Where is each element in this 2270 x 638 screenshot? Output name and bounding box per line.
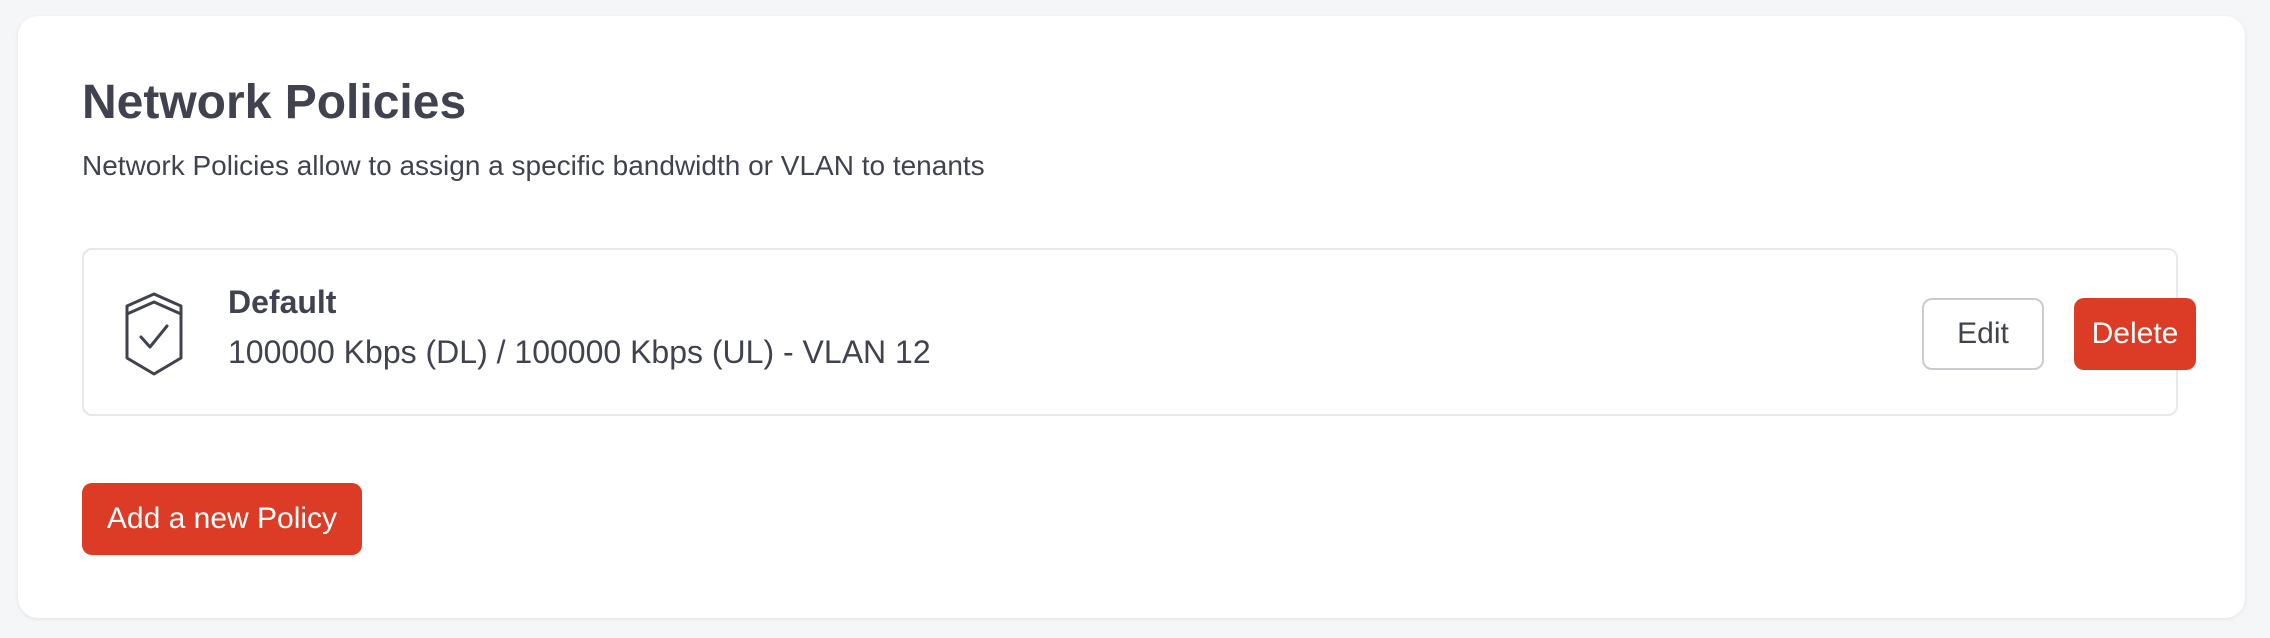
add-policy-button[interactable]: Add a new Policy [82, 483, 362, 555]
policy-item: Default 100000 Kbps (DL) / 100000 Kbps (… [82, 248, 2196, 416]
page-subtitle: Network Policies allow to assign a speci… [82, 150, 985, 181]
shield-check-icon [124, 292, 184, 376]
policy-name: Default [228, 284, 337, 320]
edit-button[interactable]: Edit [1922, 298, 2044, 370]
delete-button[interactable]: Delete [2074, 298, 2196, 370]
page-title: Network Policies [82, 76, 467, 129]
network-policies-card: Network Policies Network Policies allow … [18, 16, 2245, 618]
policy-details: 100000 Kbps (DL) / 100000 Kbps (UL) - VL… [228, 334, 931, 370]
